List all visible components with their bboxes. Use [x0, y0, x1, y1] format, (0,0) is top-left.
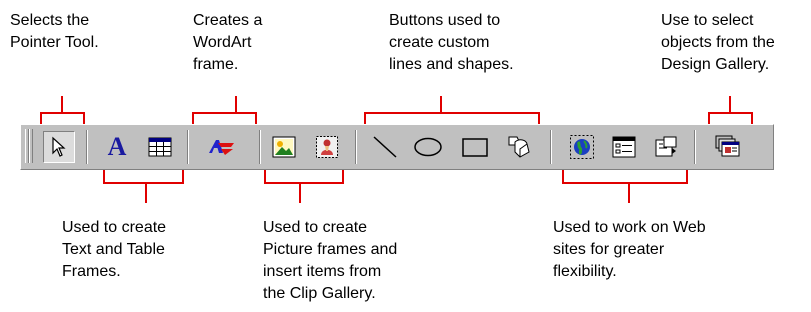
hot-spot-tool-button[interactable] — [566, 131, 598, 163]
design-gallery-icon — [715, 135, 740, 157]
oval-tool-button[interactable] — [412, 131, 444, 163]
toolbar-grip-2 — [29, 129, 33, 163]
clip-gallery-icon — [316, 136, 338, 158]
arrow-pointer-icon — [52, 136, 66, 157]
line-tool-button[interactable] — [369, 131, 401, 163]
letter-a-icon: A — [107, 132, 127, 161]
toolbar-separator — [86, 130, 88, 164]
form-control-icon — [612, 136, 636, 158]
toolbar-separator — [259, 130, 261, 164]
line-icon — [373, 136, 397, 158]
picture-frame-tool-button[interactable] — [268, 131, 300, 163]
form-control-tool-button[interactable] — [608, 131, 640, 163]
toolbar-separator — [550, 130, 552, 164]
rectangle-tool-button[interactable] — [459, 131, 491, 163]
design-gallery-object-tool-button[interactable] — [711, 131, 743, 163]
wordart-icon — [209, 140, 234, 155]
oval-icon — [414, 137, 442, 157]
toolbar-separator — [187, 130, 189, 164]
wordart-frame-tool-button[interactable] — [205, 131, 237, 163]
rectangle-icon — [462, 138, 488, 157]
custom-shapes-icon — [508, 136, 530, 158]
table-frame-tool-button[interactable] — [144, 131, 176, 163]
custom-shapes-tool-button[interactable] — [503, 131, 535, 163]
toolbar-separator — [694, 130, 696, 164]
objects-toolbar: A — [20, 124, 774, 170]
picture-icon — [272, 136, 296, 158]
text-frame-tool-button[interactable]: A — [101, 131, 133, 163]
globe-icon — [570, 135, 594, 159]
pointer-tool-button[interactable] — [43, 131, 75, 163]
html-code-fragment-tool-button[interactable] — [651, 131, 683, 163]
html-fragment-icon — [655, 136, 677, 157]
clip-gallery-tool-button[interactable] — [311, 131, 343, 163]
table-grid-icon — [148, 137, 172, 157]
toolbar-separator — [355, 130, 357, 164]
